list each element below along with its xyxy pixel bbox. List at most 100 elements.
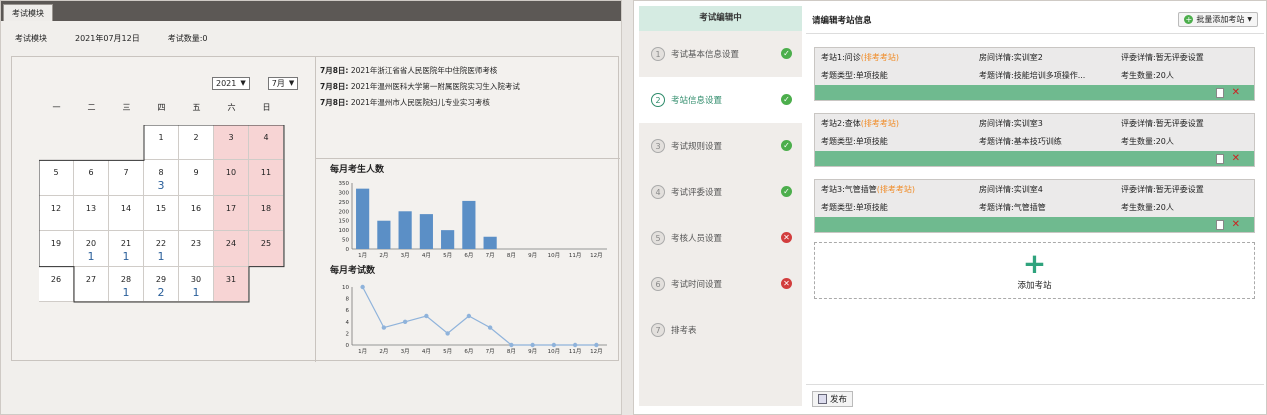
series-line [362,286,597,346]
current-date: 2021年07月12日 [75,33,140,43]
station-header: 请编辑考站信息 + 批量添加考站 ▼ [806,6,1264,34]
step-item[interactable]: 5 考核人员设置 ✕ [639,215,802,261]
judge-detail: 评委详情:暂无评委设置 [1121,53,1204,62]
data-point [360,284,365,290]
exam-count: 考试数量:0 [167,33,208,43]
chevron-down-icon: ▼ [1247,16,1252,23]
calendar-day[interactable]: 14 [109,195,144,232]
data-point [530,342,535,348]
notice-text: 2021年浙江省省人民医院年中住院医师考核 [350,66,498,75]
station-editor: 请编辑考站信息 + 批量添加考站 ▼ 考站1:问诊(排考考站) 房间详情:实训室2… [806,6,1264,406]
calendar-day[interactable]: 29 2 [144,266,179,302]
bar [441,230,455,249]
exam-notice-list: 7月8日: 2021年浙江省省人民医院年中住院医师考核 7月8日: 2021年温州… [320,63,520,111]
weekday-label: 日 [262,103,271,112]
month-select[interactable]: 7月 ▼ [267,77,299,90]
tab-exam-module[interactable]: 考试模块 [3,4,53,21]
edit-icon[interactable] [1215,220,1224,230]
calendar-day[interactable]: 25 [249,231,284,267]
edit-icon[interactable] [1215,88,1224,98]
station-row: 考题类型:单项技能 考题详情:基本技巧训练 考生数量:20人 [821,136,1174,147]
step-item[interactable]: 6 考试时间设置 ✕ [639,261,802,307]
batch-add-label: 批量添加考站 [1196,15,1245,24]
x-tick-label: 12月 [590,348,603,355]
publish-button[interactable]: 发布 [812,391,854,407]
day-number: 27 [85,274,97,284]
day-number: 26 [50,274,62,284]
exam-notice[interactable]: 7月8日: 2021年温州市人民医院妇儿专业实习考核 [320,95,520,111]
calendar-day[interactable]: 20 1 [74,231,109,267]
calendar-day[interactable]: 23 [179,231,214,267]
station-action-bar: ✕ [815,217,1254,232]
calendar-day[interactable]: 2 [179,125,214,161]
chart-title-students: 每月考生人数 [330,165,385,175]
module-label: 考试模块 [15,33,47,43]
y-tick-label: 10 [342,285,349,291]
calendar-day[interactable]: 11 [249,160,284,196]
day-number: 22 [155,239,167,249]
station-name-wrap: 考站2:查体(排考考站) [821,118,979,129]
calendar-day[interactable]: 21 1 [109,231,144,267]
calendar-day[interactable]: 24 [214,231,249,267]
step-item[interactable]: 4 考试评委设置 ✓ [639,169,802,215]
error-circle-icon: ✕ [781,278,792,289]
plus-icon: + [1022,247,1047,280]
calendar-day[interactable]: 16 [179,195,214,232]
calendar-day[interactable]: 18 [249,195,284,232]
calendar-day[interactable]: 19 [39,231,74,267]
calendar-day[interactable]: 31 [214,266,249,302]
delete-icon[interactable]: ✕ [1232,154,1240,164]
calendar-day[interactable]: 10 [214,160,249,196]
delete-icon[interactable]: ✕ [1232,220,1240,230]
bar [483,236,497,249]
day-number: 14 [120,203,132,213]
exam-notice[interactable]: 7月8日: 2021年浙江省省人民医院年中住院医师考核 [320,63,520,79]
calendar-day[interactable]: 15 [144,195,179,232]
x-tick-label: 2月 [379,348,388,355]
year-select[interactable]: 2021 ▼ [212,77,250,90]
x-tick-label: 5月 [443,252,452,259]
station-name: 考站2:查体 [821,119,861,128]
notice-date: 7月8日: [320,98,349,107]
calendar-day[interactable]: 3 [214,125,249,161]
step-label: 考试规则设置 [671,142,723,152]
step-item[interactable]: 1 考试基本信息设置 ✓ [639,31,802,77]
calendar-day[interactable]: 7 [109,160,144,196]
exam-editor-panel: 考试编辑中 1 考试基本信息设置 ✓ 2 考站信息设置 ✓ 3 考试规则设置 ✓ 4 考试评委设置 ✓… [633,0,1267,415]
day-exam-count: 2 [157,285,165,299]
x-tick-label: 1月 [358,252,367,259]
calendar-day[interactable]: 83 [144,160,179,196]
notice-date: 7月8日: [320,82,349,91]
edit-icon[interactable] [1215,154,1224,164]
calendar-day[interactable]: 5 [39,160,74,196]
day-number: 12 [50,203,62,213]
calendar-day[interactable]: 4 [249,125,284,161]
add-station-button[interactable]: + 添加考站 [814,242,1255,299]
day-number: 4 [263,133,269,142]
delete-icon[interactable]: ✕ [1232,88,1240,98]
step-number: 7 [651,323,665,337]
step-item[interactable]: 3 考试规则设置 ✓ [639,123,802,169]
calendar-day[interactable]: 26 [39,266,74,302]
calendar-day[interactable]: 1 [144,125,179,161]
calendar-day[interactable]: 17 [214,195,249,232]
month-value: 7月 [271,79,285,88]
exam-calendar: 1 2 3 4 5 6 7 8 3 9 10 11 12 13 14 15 16 17 18 19 20 1 21 1 22 1 2… [39,125,288,303]
calendar-day[interactable]: 6 [74,160,109,196]
batch-add-station-button[interactable]: + 批量添加考站 ▼ [1178,12,1258,27]
exam-notice[interactable]: 7月8日: 2021年温州医科大学第一附属医院实习生入院考试 [320,79,520,95]
calendar-day[interactable]: 28 1 [109,266,144,302]
calendar-day[interactable]: 30 1 [179,266,214,302]
step-item[interactable]: 2 考站信息设置 ✓ [639,77,802,123]
step-item[interactable]: 7 排考表 [639,307,802,353]
day-number: 2 [193,133,199,142]
info-bar: 考试模块 2021年07月12日 考试数量:0 [1,21,621,55]
calendar-day[interactable]: 9 [179,160,214,196]
x-tick-label: 2月 [379,252,388,259]
dashboard-content: 2021 ▼ 7月 ▼ 一二三四五六日 1 2 3 4 5 6 7 8 3 9 10 11 12 13 14 15… [11,56,620,362]
calendar-day[interactable]: 12 [39,195,74,232]
x-tick-label: 1月 [358,348,367,355]
calendar-day[interactable]: 27 [74,266,109,302]
calendar-day[interactable]: 13 [74,195,109,232]
calendar-day[interactable]: 22 1 [144,231,179,267]
